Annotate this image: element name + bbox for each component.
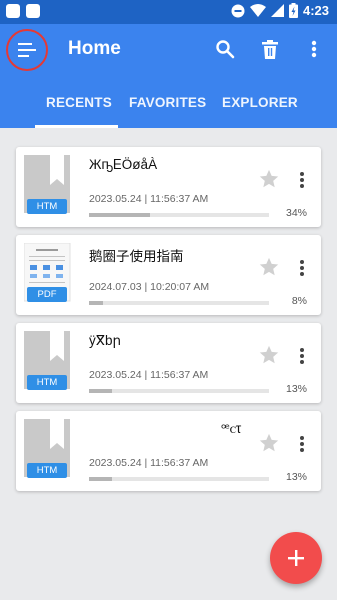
reading-progress-fill [89, 389, 113, 393]
tab-explorer[interactable]: EXPLORER [222, 95, 298, 110]
search-button[interactable] [213, 37, 237, 61]
delete-button[interactable] [258, 37, 282, 61]
signal-icon [270, 4, 284, 17]
file-thumbnail: HTM [24, 419, 74, 481]
dnd-icon [231, 4, 245, 17]
file-card[interactable]: PDF 鹅圈子使用指南 2024.07.03 | 10:20:07 AM 8% [16, 235, 321, 315]
file-name: ꟹꮯτ [221, 421, 242, 436]
status-bar: 4:23 [0, 0, 337, 24]
file-date: 2023.05.24 | 11:56:37 AM [89, 369, 209, 381]
star-icon[interactable] [258, 168, 280, 190]
star-icon[interactable] [258, 344, 280, 366]
reading-progress-bar [89, 389, 269, 393]
star-icon[interactable] [258, 432, 280, 454]
reading-progress-bar [89, 213, 269, 217]
file-thumbnail: HTM [24, 331, 74, 393]
reading-progress-percent: 8% [291, 295, 307, 307]
reading-progress-percent: 34% [285, 207, 307, 219]
more-vert-icon [311, 40, 317, 58]
file-date: 2023.05.24 | 11:56:37 AM [89, 193, 209, 205]
file-type-badge: HTM [27, 199, 67, 214]
menu-icon [18, 43, 36, 57]
more-vert-icon[interactable] [296, 347, 308, 365]
file-type-badge: HTM [27, 375, 67, 390]
reading-progress-bar [89, 301, 269, 305]
file-date: 2024.07.03 | 10:20:07 AM [89, 281, 210, 293]
file-card[interactable]: HTM ЖҧᎬÖøåÀ 2023.05.24 | 11:56:37 AM 34% [16, 147, 321, 227]
file-card[interactable]: HTM ꟹꮯτ 2023.05.24 | 11:56:37 AM 13% [16, 411, 321, 491]
tab-bar: RECENTS FAVORITES EXPLORER [0, 86, 337, 128]
more-vert-icon[interactable] [296, 171, 308, 189]
file-name: 鹅圈子使用指南 [89, 249, 184, 264]
menu-button[interactable] [6, 29, 48, 71]
page-title: Home [68, 38, 121, 59]
tab-favorites[interactable]: FAVORITES [129, 95, 206, 110]
system-status: 4:23 [231, 3, 329, 18]
notification-icon [26, 4, 40, 18]
more-vert-icon[interactable] [296, 259, 308, 277]
status-time: 4:23 [302, 3, 329, 18]
tab-indicator [35, 125, 118, 128]
file-name: ÿⴳbր [89, 333, 122, 348]
delete-icon [262, 39, 278, 59]
reading-progress-fill [89, 477, 113, 481]
overflow-menu-button[interactable] [302, 37, 326, 61]
battery-icon [288, 3, 298, 18]
file-date: 2023.05.24 | 11:56:37 AM [89, 457, 209, 469]
file-name: ЖҧᎬÖøåÀ [89, 157, 158, 172]
file-thumbnail: PDF [23, 242, 74, 305]
file-type-badge: HTM [27, 463, 67, 478]
reading-progress-fill [89, 213, 151, 217]
more-vert-icon[interactable] [296, 435, 308, 453]
file-card[interactable]: HTM ÿⴳbր 2023.05.24 | 11:56:37 AM 13% [16, 323, 321, 403]
app-bar: Home RECENTS FAVORITES EXPLORER [0, 24, 337, 128]
file-thumbnail: HTM [24, 155, 74, 217]
reading-progress-percent: 13% [285, 471, 307, 483]
add-icon [288, 550, 304, 566]
wifi-icon [249, 4, 266, 17]
add-file-button[interactable] [270, 532, 322, 584]
reading-progress-percent: 13% [285, 383, 307, 395]
reading-progress-bar [89, 477, 269, 481]
tab-recents[interactable]: RECENTS [46, 95, 112, 110]
search-icon [216, 40, 235, 59]
star-icon[interactable] [258, 256, 280, 278]
file-type-badge: PDF [27, 287, 67, 302]
notification-icons [6, 4, 40, 18]
reading-progress-fill [89, 301, 104, 305]
notification-icon [6, 4, 20, 18]
